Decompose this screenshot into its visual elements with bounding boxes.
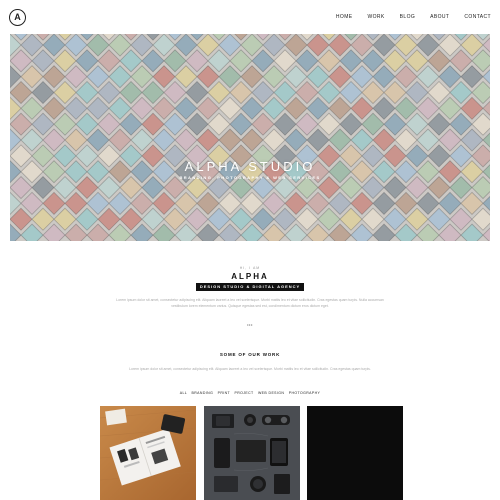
portfolio-item-photography[interactable] <box>204 406 300 500</box>
filter-photography[interactable]: PHOTOGRAPHY <box>289 391 321 395</box>
intro-kicker: HI, I AM <box>239 266 261 270</box>
hero-banner: ALPHA STUDIO BRANDING, PHOTOGRAPHY & WEB… <box>10 34 490 241</box>
nav-item-about[interactable]: ABOUT <box>430 14 449 20</box>
portfolio-filters: ALL BRANDING PRINT PROJECT WEB DESIGN PH… <box>0 391 500 395</box>
nav-item-blog[interactable]: BLOG <box>400 14 416 20</box>
intro-paragraph: Lorem ipsum dolor sit amet, consectetur … <box>116 298 384 308</box>
nav-item-work[interactable]: WORK <box>368 14 385 20</box>
portfolio-item-branding[interactable] <box>100 406 196 500</box>
nav-item-contact[interactable]: CONTACT <box>464 14 491 20</box>
hero-subtitle: BRANDING, PHOTOGRAPHY & WEB SERVICES <box>179 175 321 180</box>
main-nav: HOME WORK BLOG ABOUT CONTACT <box>336 14 491 20</box>
portfolio-image-magazine <box>100 406 196 500</box>
logo[interactable]: A <box>9 9 26 26</box>
filter-branding[interactable]: BRANDING <box>192 391 214 395</box>
hero-overlay <box>10 34 490 241</box>
brand-name: ALPHA <box>231 272 269 281</box>
work-heading: SOME OF OUR WORK <box>219 352 281 357</box>
filter-web-design[interactable]: WEB DESIGN <box>258 391 284 395</box>
hero-title: ALPHA STUDIO <box>184 159 316 174</box>
portfolio-image-dark <box>307 406 403 500</box>
nav-item-home[interactable]: HOME <box>336 14 353 20</box>
portfolio-image-flatlay <box>204 406 300 500</box>
tagline-badge: DESIGN STUDIO & DIGITAL AGENCY <box>196 283 304 291</box>
filter-project[interactable]: PROJECT <box>234 391 253 395</box>
work-paragraph: Lorem ipsum dolor sit amet, consectetur … <box>129 367 371 371</box>
filter-all[interactable]: ALL <box>180 391 187 395</box>
portfolio-item-project[interactable] <box>307 406 403 500</box>
filter-print[interactable]: PRINT <box>218 391 231 395</box>
section-divider: ••• <box>247 322 253 327</box>
site-header: A HOME WORK BLOG ABOUT CONTACT <box>0 0 500 34</box>
